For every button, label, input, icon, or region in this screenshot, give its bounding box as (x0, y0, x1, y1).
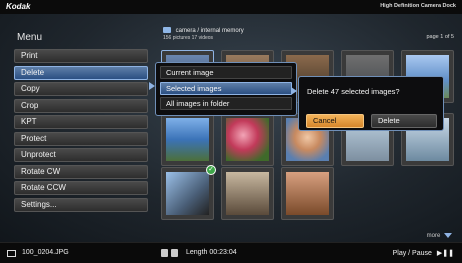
folder-icon (163, 27, 171, 33)
cancel-button[interactable]: Cancel (306, 114, 364, 128)
more-label: more (426, 233, 441, 240)
top-bar: Kodak High Definition Camera Dock (0, 0, 462, 14)
play-pause-label: Play / Pause (392, 250, 432, 257)
submenu-item-all-images[interactable]: All images in folder (160, 97, 292, 110)
thumbnail-image (286, 172, 329, 215)
menu-item-delete[interactable]: Delete (14, 65, 148, 80)
menu-item-print[interactable]: Print (14, 49, 148, 63)
dock-name: High Definition Camera Dock (380, 3, 456, 9)
video-length: Length 00:23:04 (186, 249, 237, 256)
delete-submenu: Current image Selected images All images… (155, 62, 297, 116)
menu-title: Menu (17, 32, 43, 43)
lock-icon (161, 249, 168, 257)
submenu-item-selected-images[interactable]: Selected images (160, 81, 292, 95)
menu-item-unprotect[interactable]: Unprotect (14, 148, 148, 162)
menu-item-protect[interactable]: Protect (14, 131, 148, 146)
filename: 100_0204.JPG (22, 249, 69, 256)
memory-card-icon (171, 249, 178, 257)
thumbnail-image (226, 118, 269, 161)
thumbnail-image (166, 172, 209, 215)
menu-list: Print Delete Copy Crop KPT Protect Unpro… (14, 49, 148, 214)
folder-path-label: camera / internal memory (175, 28, 244, 34)
thumbnail[interactable] (221, 113, 274, 166)
media-counts: 156 pictures 17 videos (163, 35, 214, 41)
delete-button[interactable]: Delete (371, 114, 437, 128)
thumbnail[interactable] (221, 167, 274, 220)
delete-confirm-dialog: Delete 47 selected images? Cancel Delete (298, 76, 444, 131)
thumbnail[interactable] (281, 167, 334, 220)
play-pause-button[interactable]: Play / Pause ▶❚❚ (393, 249, 454, 257)
submenu-arrow-icon (291, 87, 297, 95)
thumbnail-image (226, 172, 269, 215)
menu-item-kpt[interactable]: KPT (14, 115, 148, 129)
menu-item-crop[interactable]: Crop (14, 98, 148, 113)
check-icon: ✓ (206, 165, 216, 175)
menu-item-copy[interactable]: Copy (14, 82, 148, 96)
folder-path: camera / internal memory (163, 27, 244, 34)
menu-item-rotate-cw[interactable]: Rotate CW (14, 164, 148, 179)
menu-item-rotate-ccw[interactable]: Rotate CCW (14, 181, 148, 195)
thumbnail[interactable]: ✓ (161, 165, 216, 220)
menu-item-settings[interactable]: Settings... (14, 197, 148, 212)
status-bar: 100_0204.JPG Length 00:23:04 Play / Paus… (0, 242, 462, 263)
submenu-item-current-image[interactable]: Current image (160, 66, 292, 79)
more-button[interactable]: more (427, 233, 452, 239)
photo-icon (7, 250, 16, 257)
thumbnail-image (166, 118, 209, 161)
dialog-message: Delete 47 selected images? (307, 87, 400, 96)
chevron-down-icon (444, 233, 452, 238)
kodak-logo: Kodak (6, 2, 31, 11)
thumbnail[interactable] (161, 113, 214, 166)
page-indicator: page 1 of 5 (426, 34, 454, 40)
play-pause-icon: ▶❚❚ (436, 250, 454, 257)
